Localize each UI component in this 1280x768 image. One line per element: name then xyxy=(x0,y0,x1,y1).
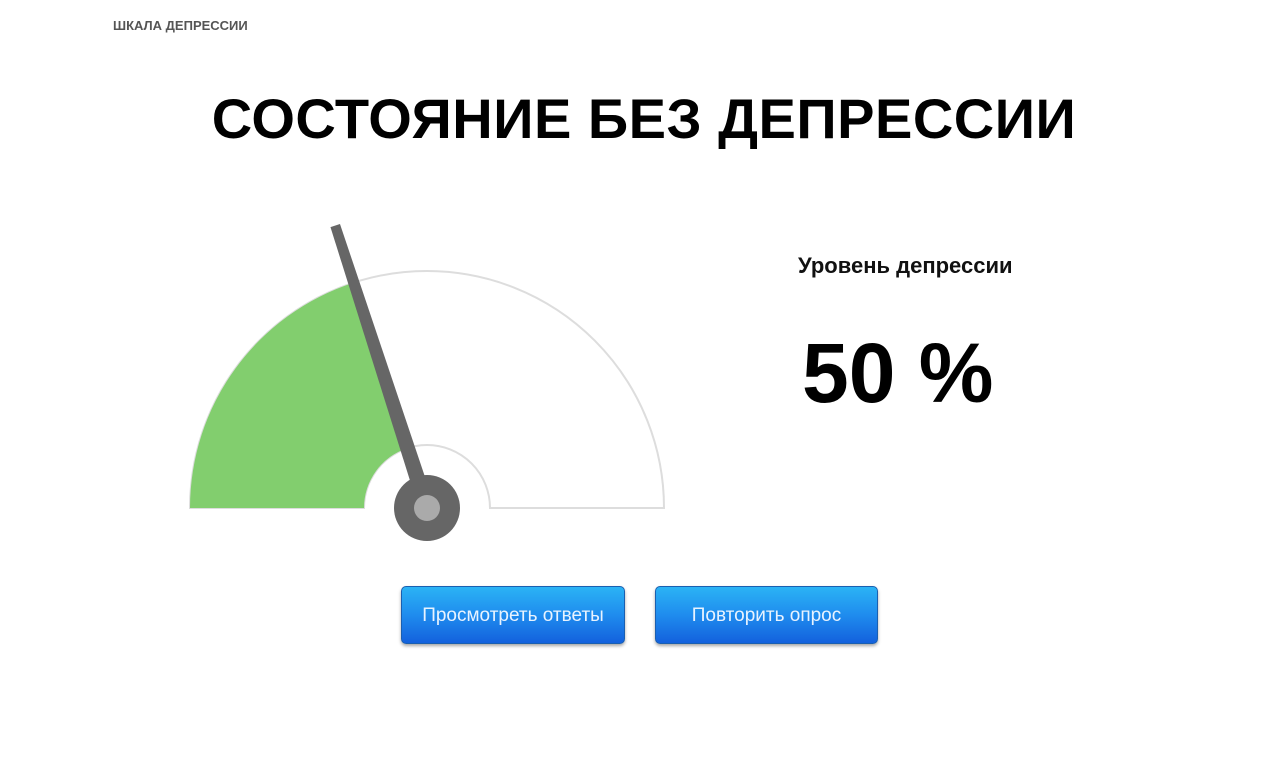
retake-survey-button[interactable]: Повторить опрос xyxy=(655,586,878,644)
depression-level-value: 50 % xyxy=(802,326,994,420)
depression-level-label: Уровень депрессии xyxy=(798,253,1013,278)
view-answers-button[interactable]: Просмотреть ответы xyxy=(401,586,625,644)
gauge-hub-center xyxy=(414,495,440,521)
depression-gauge xyxy=(188,223,666,541)
